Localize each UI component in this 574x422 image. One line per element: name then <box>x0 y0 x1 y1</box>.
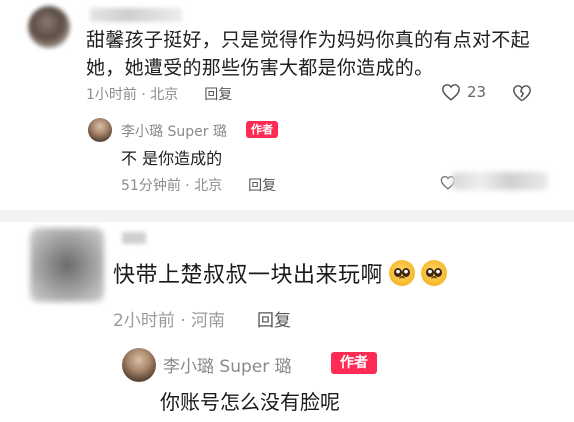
reply-button[interactable]: 回复 <box>248 178 276 194</box>
reply-meta: 51分钟前 · 北京 回复 <box>121 175 276 195</box>
comment-time-location: 2小时前 · 河南 <box>113 311 226 331</box>
author-avatar[interactable] <box>88 118 112 142</box>
author-badge: 作者 <box>246 121 278 138</box>
comment-meta: 1小时前 · 北京 回复 <box>86 84 232 104</box>
comment-text: 甜馨孩子挺好，只是觉得作为妈妈你真的有点对不起她，她遭受的那些伤害大都是你造成的… <box>86 29 530 79</box>
comments-screenshot: 甜馨孩子挺好，只是觉得作为妈妈你真的有点对不起她，她遭受的那些伤害大都是你造成的… <box>0 0 574 422</box>
username-blurred[interactable] <box>90 8 182 22</box>
reply-time-location: 51分钟前 · 北京 <box>121 178 223 194</box>
heart-icon <box>442 84 460 101</box>
like-count: 23 <box>467 83 487 101</box>
comment-meta: 2小时前 · 河南 回复 <box>113 306 291 331</box>
pleading-face-icon <box>421 260 448 286</box>
comment-text-body: 快带上楚叔叔一块出来玩啊 <box>113 263 384 288</box>
pleading-face-icon <box>389 260 416 286</box>
broken-heart-icon[interactable] <box>512 84 532 102</box>
actions-blurred <box>452 172 548 190</box>
reply-text: 不 是你造成的 <box>121 149 223 168</box>
author-name[interactable]: 李小璐 Super 璐 <box>121 121 227 141</box>
comment-text: 快带上楚叔叔一块出来玩啊 <box>113 257 448 289</box>
comment-time-location: 1小时前 · 北京 <box>86 87 179 103</box>
author-avatar[interactable] <box>122 348 156 382</box>
avatar[interactable] <box>28 6 70 48</box>
username-blurred[interactable] <box>122 232 146 244</box>
reply-text: 你账号怎么没有脸呢 <box>160 390 340 414</box>
reply-button[interactable]: 回复 <box>204 87 232 103</box>
divider <box>0 210 574 222</box>
avatar[interactable] <box>30 228 104 302</box>
author-name[interactable]: 李小璐 Super 璐 <box>163 352 292 377</box>
comment-item: 甜馨孩子挺好，只是觉得作为妈妈你真的有点对不起她，她遭受的那些伤害大都是你造成的… <box>0 0 574 210</box>
reply-button[interactable]: 回复 <box>257 311 291 331</box>
like-button[interactable]: 23 <box>441 83 486 101</box>
fade-overlay <box>380 380 574 422</box>
author-badge: 作者 <box>331 352 377 374</box>
